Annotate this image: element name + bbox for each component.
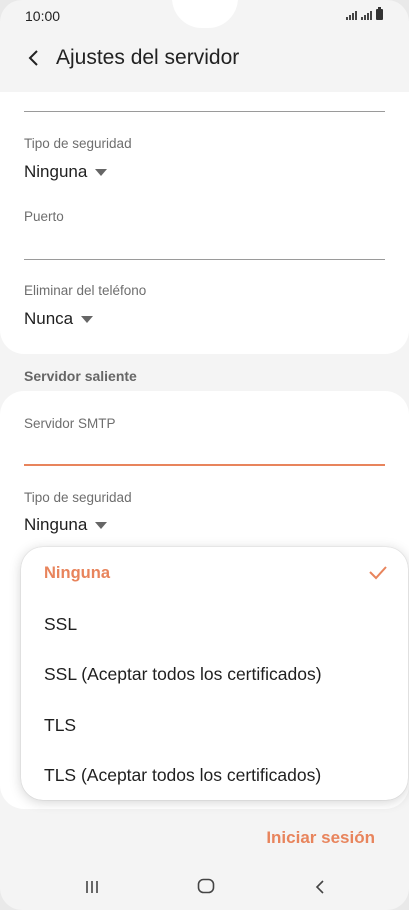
signal-icon <box>346 11 357 20</box>
delete-from-phone-label: Eliminar del teléfono <box>24 283 147 298</box>
security-type-value: Ninguna <box>24 162 88 181</box>
smtp-server-underline <box>24 464 385 466</box>
smtp-server-input[interactable] <box>24 439 385 463</box>
app-header: Ajustes del servidor <box>0 34 409 94</box>
security-type-dropdown: Ninguna SSL SSL (Aceptar todos los certi… <box>21 547 408 800</box>
delete-from-phone-select[interactable]: Nunca <box>24 309 94 329</box>
phone-screen: 10:00 Ajustes del servidor Tipo de segur… <box>0 0 409 910</box>
battery-icon <box>376 7 383 20</box>
status-icons <box>346 7 383 20</box>
port-label: Puerto <box>24 209 64 224</box>
dropdown-option-tls-all-certs[interactable]: TLS (Aceptar todos los certificados) <box>44 765 321 786</box>
check-icon <box>369 566 387 580</box>
home-icon[interactable] <box>197 878 215 894</box>
dropdown-option-tls[interactable]: TLS <box>44 715 76 736</box>
recent-apps-icon[interactable] <box>84 880 100 894</box>
dropdown-option-ninguna[interactable]: Ninguna <box>44 564 110 583</box>
caret-down-icon <box>95 168 108 176</box>
security-type-select[interactable]: Ninguna <box>24 162 108 182</box>
outgoing-security-type-label: Tipo de seguridad <box>24 490 132 505</box>
caret-down-icon <box>81 315 94 323</box>
camera-notch <box>172 0 238 28</box>
outgoing-security-type-select[interactable]: Ninguna <box>24 515 108 535</box>
outgoing-section-title: Servidor saliente <box>24 368 137 384</box>
status-time: 10:00 <box>25 8 61 24</box>
security-type-label: Tipo de seguridad <box>24 136 132 151</box>
back-arrow-icon[interactable] <box>22 46 46 70</box>
dropdown-option-ssl-all-certs[interactable]: SSL (Aceptar todos los certificados) <box>44 664 322 685</box>
dropdown-option-ssl[interactable]: SSL <box>44 614 77 635</box>
port-underline <box>24 259 385 260</box>
signal-icon <box>361 11 372 20</box>
delete-from-phone-value: Nunca <box>24 309 74 328</box>
caret-down-icon <box>95 521 108 529</box>
outgoing-security-type-value: Ninguna <box>24 515 88 534</box>
field-divider <box>24 111 385 112</box>
smtp-server-label: Servidor SMTP <box>24 416 116 431</box>
signin-button[interactable]: Iniciar sesión <box>266 828 375 848</box>
status-bar: 10:00 <box>0 0 409 34</box>
page-title: Ajustes del servidor <box>56 46 240 69</box>
incoming-settings-card: Tipo de seguridad Ninguna Puerto Elimina… <box>0 92 409 354</box>
system-nav-bar <box>0 866 409 910</box>
nav-back-icon[interactable] <box>313 879 327 895</box>
port-input[interactable] <box>24 232 385 256</box>
